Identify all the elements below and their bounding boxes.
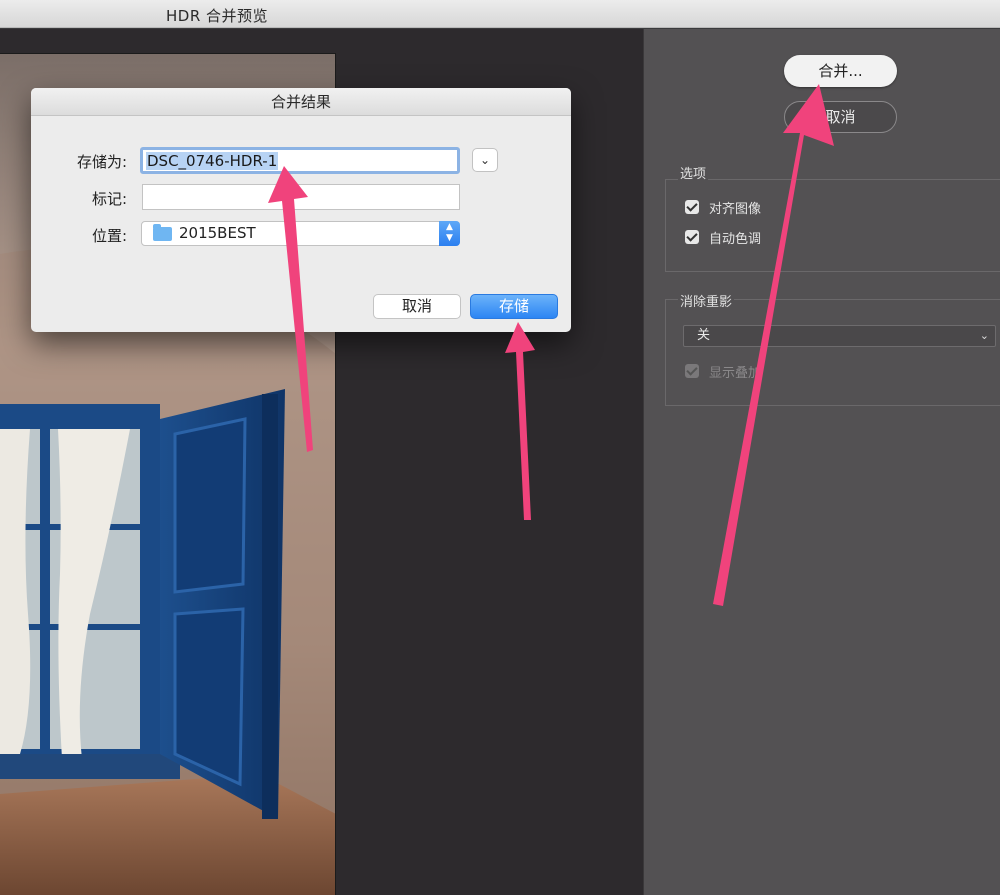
save-as-label: 存储为: [76,153,127,171]
show-overlay-label: 显示叠加 [709,365,762,381]
dialog-save-button[interactable]: 存储 [470,294,558,319]
dialog-cancel-button[interactable]: 取消 [373,294,461,319]
merge-result-dialog: 合并结果 存储为: DSC_0746-HDR-1 ⌄ 标记: 位置: 2015B… [31,88,571,332]
show-overlay-checkbox[interactable]: 显示叠加 [685,362,762,381]
dialog-title: 合并结果 [31,88,571,116]
tags-label: 标记: [91,190,127,208]
window-titlebar: HDR 合并预览 [0,0,1000,28]
auto-tone-checkbox[interactable]: 自动色调 [685,228,762,247]
chevron-down-icon: ⌄ [979,329,989,342]
ghost-removal-value: 关 [697,328,711,343]
save-as-value: DSC_0746-HDR-1 [146,152,279,170]
expand-dialog-button[interactable]: ⌄ [472,148,498,172]
checkmark-icon [685,230,699,244]
options-group [665,179,1000,272]
location-label: 位置: [91,227,127,245]
options-title: 选项 [678,163,709,182]
tags-input[interactable] [142,184,460,210]
checkmark-icon [685,200,699,214]
align-images-checkbox[interactable]: 对齐图像 [685,198,762,217]
location-popup[interactable]: 2015BEST ▲ ▼ [141,221,460,246]
cancel-button[interactable]: 取消 [784,101,897,133]
align-images-label: 对齐图像 [709,201,762,217]
folder-icon [153,224,172,241]
ghost-removal-select[interactable]: 关 ⌄ [683,325,996,347]
save-as-input[interactable]: DSC_0746-HDR-1 [140,147,460,174]
options-panel: 合并... 取消 选项 对齐图像 自动色调 消除重影 关 ⌄ 显示叠加 [643,29,1000,895]
up-down-stepper-icon: ▲ ▼ [439,221,460,246]
ghost-removal-title: 消除重影 [678,291,735,310]
ghost-removal-group [665,299,1000,406]
location-value: 2015BEST [179,224,256,242]
merge-button[interactable]: 合并... [784,55,897,87]
window-title: HDR 合并预览 [166,7,269,25]
auto-tone-label: 自动色调 [709,231,762,247]
checkmark-icon [685,364,699,378]
screen: HDR 合并预览 合并... 取消 选项 对齐图像 自动色调 消除重影 关 ⌄ … [0,0,1000,895]
chevron-down-icon: ⌄ [479,153,491,167]
